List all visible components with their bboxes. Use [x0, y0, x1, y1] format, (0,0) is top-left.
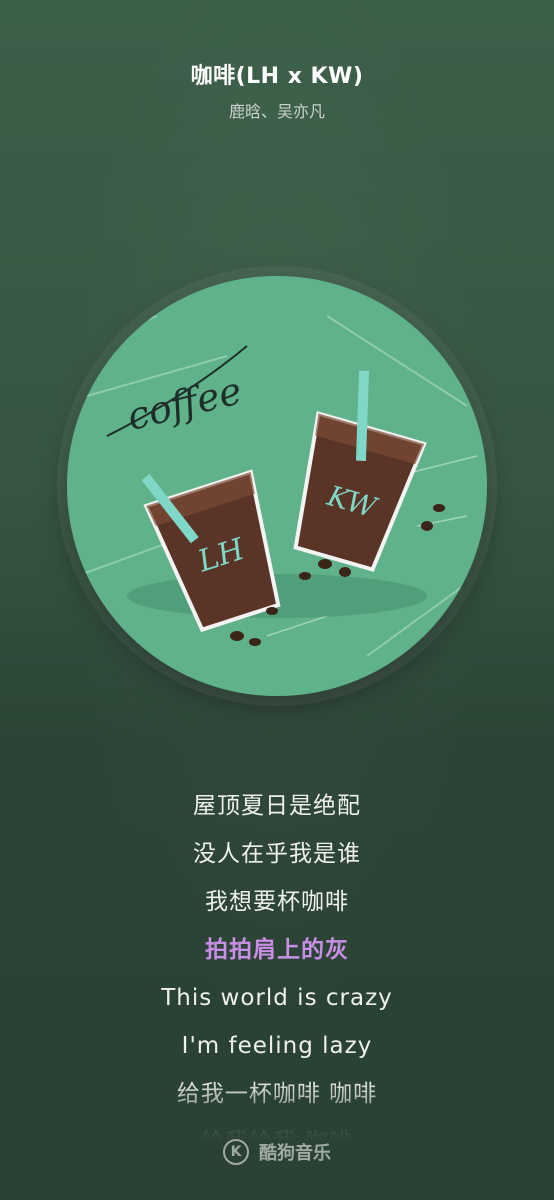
lyric-line[interactable]: This world is crazy [0, 974, 554, 1022]
lyric-line-active[interactable]: 拍拍肩上的灰 [0, 926, 554, 974]
player-screen: 咖啡(LH x KW) 鹿晗、吴亦凡 coffee LH KW 屋顶夏日是绝配 … [0, 0, 554, 1200]
lyrics-panel[interactable]: 屋顶夏日是绝配 没人在乎我是谁 我想要杯咖啡 拍拍肩上的灰 This world… [0, 782, 554, 1142]
song-artist[interactable]: 鹿晗、吴亦凡 [0, 98, 554, 122]
song-title[interactable]: 咖啡(LH x KW) [0, 58, 554, 90]
lyric-line[interactable]: I'm feeling lazy [0, 1022, 554, 1070]
lyric-line[interactable]: 屋顶夏日是绝配 [0, 782, 554, 830]
watermark-text: 酷狗音乐 [259, 1143, 331, 1164]
lyric-line[interactable]: 没人在乎我是谁 [0, 830, 554, 878]
kugou-watermark: K 酷狗音乐 [0, 1134, 554, 1170]
lyric-line[interactable]: 我想要杯咖啡 [0, 878, 554, 926]
lyric-line[interactable]: 给我一杯咖啡 咖啡 [0, 1070, 554, 1118]
album-art-image: coffee LH KW [67, 276, 487, 696]
album-art-disc[interactable]: coffee LH KW [67, 276, 487, 696]
kugou-logo-icon: K [223, 1139, 249, 1165]
